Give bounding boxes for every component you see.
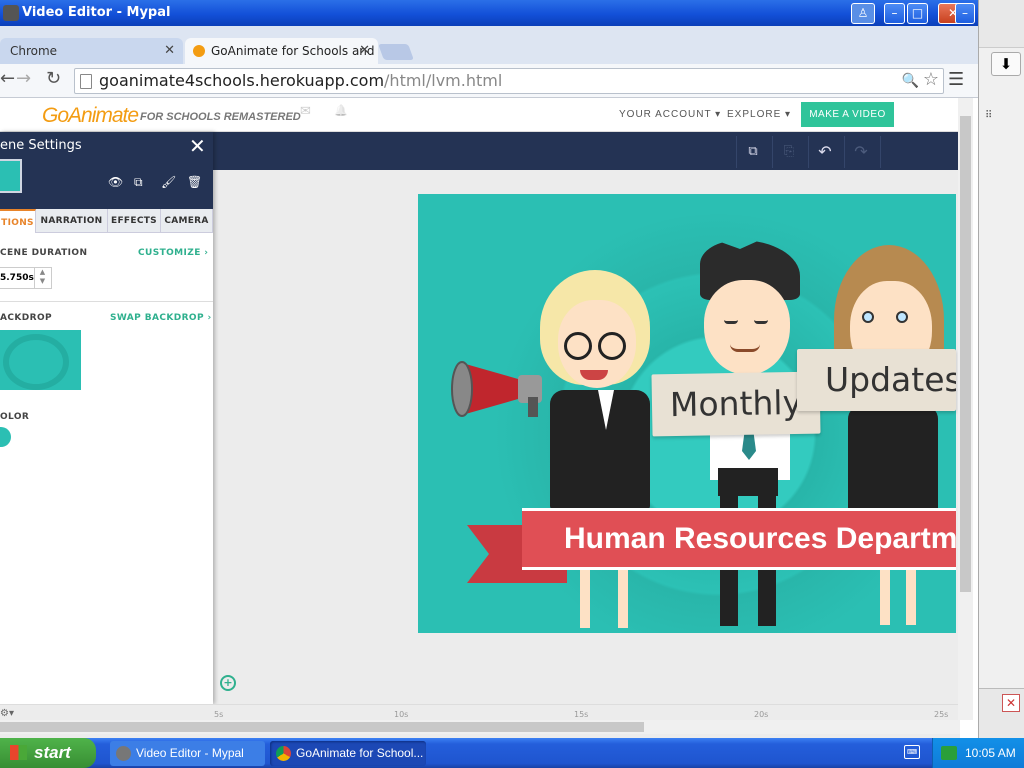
- timeline-tick: 25s: [934, 710, 949, 719]
- system-tray: 10:05 AM: [932, 738, 1024, 768]
- zoom-in-icon[interactable]: +: [220, 675, 236, 691]
- scrollbar-thumb[interactable]: [0, 722, 644, 732]
- horizontal-scrollbar[interactable]: [0, 720, 960, 734]
- reload-icon[interactable]: ↻: [46, 68, 61, 89]
- start-label: start: [34, 743, 71, 762]
- taskbar-item-label: GoAnimate for School...: [296, 746, 424, 760]
- redo-icon[interactable]: ↷: [848, 140, 874, 164]
- forward-icon[interactable]: →: [16, 68, 31, 89]
- start-button[interactable]: start: [0, 738, 96, 768]
- customize-link[interactable]: CUSTOMIZE ›: [138, 248, 208, 258]
- trash-icon[interactable]: 🗑: [187, 175, 202, 189]
- site-logo-subtitle: FOR SCHOOLS REMASTERED: [140, 111, 301, 123]
- paste-icon[interactable]: ⎘: [776, 140, 802, 164]
- make-a-video-button[interactable]: MAKE A VIDEO: [801, 102, 894, 127]
- backdrop-thumbnail[interactable]: [0, 330, 81, 390]
- url-path: /html/lvm.html: [384, 71, 503, 90]
- download-icon[interactable]: ⬇: [991, 52, 1021, 76]
- tab-goanimate[interactable]: GoAnimate for Schools and E ✕: [185, 38, 378, 84]
- duration-value: 5.750s: [0, 273, 34, 283]
- browser-menu-icon[interactable]: ☰: [948, 69, 964, 90]
- taskbar-item-label: Video Editor - Mypal: [136, 746, 244, 760]
- toolbar-divider: [808, 136, 809, 168]
- favicon-icon: [193, 45, 205, 57]
- new-tab-button[interactable]: [378, 44, 414, 60]
- background-window-bar: [979, 0, 1024, 48]
- color-label: OLOR: [0, 412, 30, 422]
- taskbar-item-mypal[interactable]: Video Editor - Mypal: [110, 741, 265, 766]
- character-blonde-woman[interactable]: [520, 270, 690, 640]
- panel-title: ene Settings: [0, 138, 82, 153]
- url-host: goanimate4schools.herokuapp.com: [99, 71, 385, 90]
- minimize-button[interactable]: –: [884, 3, 905, 24]
- vertical-scrollbar[interactable]: [958, 98, 973, 720]
- toolbar-divider: [844, 136, 845, 168]
- timeline-tick: 20s: [754, 710, 769, 719]
- brush-icon[interactable]: 🖌: [161, 175, 176, 189]
- page-icon: [80, 74, 92, 89]
- duplicate-icon[interactable]: ⧉: [134, 175, 143, 190]
- eye-icon[interactable]: 👁: [108, 175, 123, 189]
- address-bar[interactable]: goanimate4schools.herokuapp.com/html/lvm…: [74, 68, 944, 94]
- tab-close-icon[interactable]: ✕: [359, 38, 370, 64]
- clock[interactable]: 10:05 AM: [965, 746, 1016, 760]
- undo-icon[interactable]: ↶: [812, 140, 838, 164]
- tab-close-icon[interactable]: ✕: [164, 38, 175, 64]
- toolbar-divider: [736, 136, 737, 168]
- timeline-tick: 5s: [214, 710, 224, 719]
- tab-effects[interactable]: EFFECTS: [108, 209, 161, 233]
- timeline-tick: 15s: [574, 710, 589, 719]
- your-account-menu[interactable]: YOUR ACCOUNT ▾: [619, 109, 721, 120]
- bell-icon[interactable]: 🔔: [334, 104, 348, 117]
- scene-duration-label: CENE DURATION: [0, 248, 88, 258]
- site-logo[interactable]: GoAnimate: [42, 104, 139, 128]
- chrome-icon: [276, 746, 291, 761]
- sign-updates[interactable]: Updates: [797, 349, 956, 411]
- keyboard-icon[interactable]: ⌨: [904, 745, 920, 759]
- app-icon: [3, 5, 19, 21]
- toolbar-divider: [880, 136, 881, 168]
- swap-backdrop-link[interactable]: SWAP BACKDROP ›: [110, 313, 212, 323]
- duration-stepper[interactable]: ▲ ▼: [34, 268, 50, 288]
- bookmark-star-icon[interactable]: ☆: [923, 68, 939, 92]
- window-title-bar: Video Editor - Mypal: [0, 0, 978, 26]
- tab-camera[interactable]: CAMERA: [161, 209, 213, 233]
- windows-flag-icon: [10, 745, 27, 760]
- megaphone-icon: [451, 361, 542, 417]
- character-man[interactable]: [690, 240, 810, 650]
- mypal-icon: [116, 746, 131, 761]
- background-window: ⬇ ⠿ ✕: [978, 0, 1024, 738]
- sign-monthly[interactable]: Monthly: [651, 371, 821, 437]
- character-brunette-woman[interactable]: [828, 245, 956, 645]
- background-close-icon[interactable]: ✕: [1002, 694, 1020, 712]
- tab-chrome[interactable]: Chrome ✕: [0, 38, 183, 64]
- zoom-icon[interactable]: 🔍: [902, 69, 919, 93]
- banner-ribbon[interactable]: Human Resources Department: [522, 508, 956, 570]
- panel-close-icon[interactable]: ✕: [189, 134, 206, 158]
- timeline-tick: 10s: [394, 710, 409, 719]
- back-icon[interactable]: ←: [0, 68, 15, 89]
- scene-thumbnail[interactable]: [0, 159, 22, 193]
- grid-icon: ⠿: [985, 110, 993, 121]
- tab-narration[interactable]: NARRATION: [36, 209, 108, 233]
- window-title: Video Editor - Mypal: [22, 5, 171, 20]
- taskbar-item-chrome[interactable]: GoAnimate for School...: [270, 741, 426, 766]
- outer-minimize-button[interactable]: –: [955, 3, 975, 24]
- copy-icon[interactable]: ⧉: [740, 140, 766, 164]
- explore-menu[interactable]: EXPLORE ▾: [727, 109, 791, 120]
- help-icon[interactable]: ♙: [851, 3, 875, 24]
- maximize-button[interactable]: □: [907, 3, 928, 24]
- network-icon[interactable]: [941, 746, 957, 760]
- toolbar-divider: [772, 136, 773, 168]
- scrollbar-thumb[interactable]: [960, 116, 971, 592]
- tab-label: Chrome: [10, 44, 58, 58]
- backdrop-label: ACKDROP: [0, 313, 52, 323]
- panel-divider: [0, 301, 213, 302]
- mail-icon[interactable]: ✉: [300, 104, 311, 119]
- timeline-settings-icon[interactable]: ⚙▾: [0, 708, 14, 719]
- tab-options[interactable]: TIONS: [0, 209, 36, 233]
